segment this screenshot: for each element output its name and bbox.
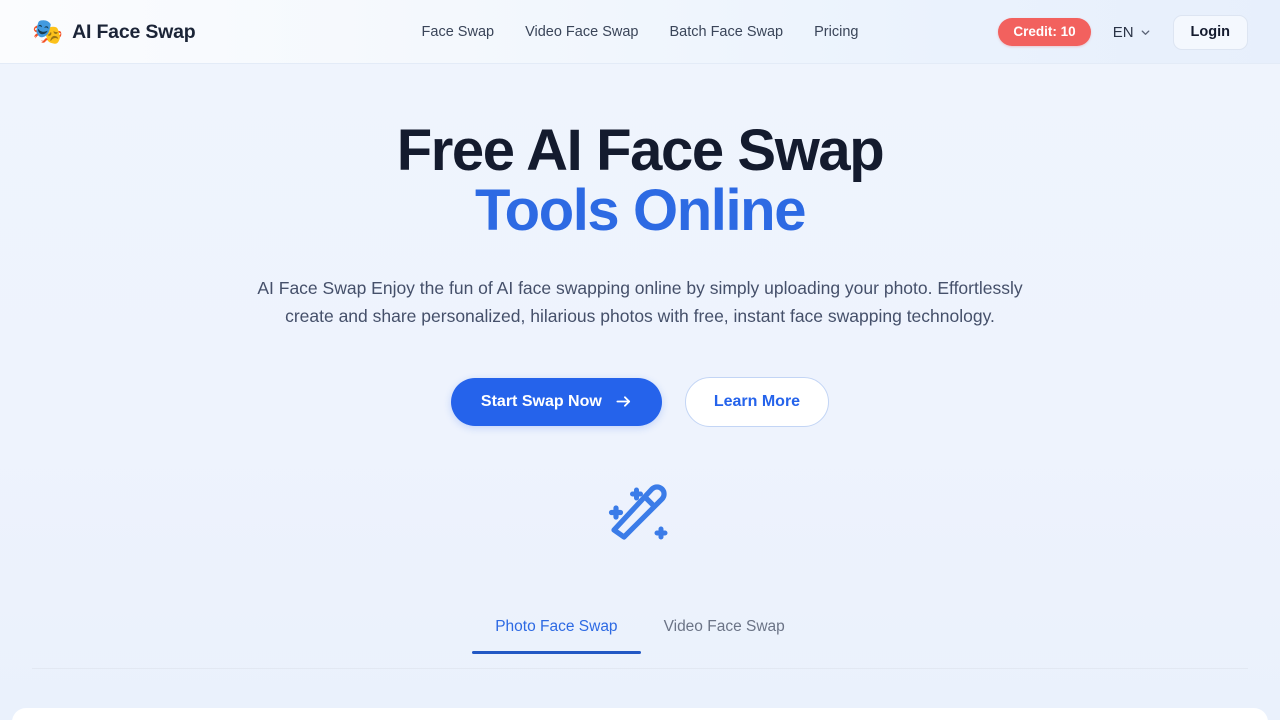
header-actions: Credit: 10 EN Login (998, 0, 1248, 64)
hero-cta-row: Start Swap Now Learn More (0, 376, 1280, 427)
nav-item-batch-face-swap[interactable]: Batch Face Swap (669, 24, 783, 40)
brand-logo-link[interactable]: 🎭 AI Face Swap (32, 0, 196, 64)
arrow-right-icon (615, 393, 632, 410)
page-title: Free AI Face Swap Tools Online (0, 118, 1280, 244)
language-code: EN (1112, 23, 1134, 41)
swap-mode-tabs: Photo Face Swap Video Face Swap (0, 608, 1280, 669)
site-header: 🎭 AI Face Swap Face Swap Video Face Swap… (0, 0, 1280, 64)
page-root: 🎭 AI Face Swap Face Swap Video Face Swap… (0, 0, 1280, 720)
tab-video-face-swap[interactable]: Video Face Swap (641, 608, 808, 654)
nav-item-video-face-swap[interactable]: Video Face Swap (525, 24, 638, 40)
feature-icon-wrapper (0, 475, 1280, 554)
tab-photo-face-swap[interactable]: Photo Face Swap (472, 608, 641, 654)
brand-name: AI Face Swap (72, 20, 196, 43)
tabs-divider (32, 668, 1248, 669)
credit-badge[interactable]: Credit: 10 (998, 18, 1091, 46)
chevron-down-icon (1140, 27, 1151, 38)
magic-wand-sparkles-icon (603, 475, 677, 554)
nav-item-pricing[interactable]: Pricing (814, 24, 858, 40)
learn-more-button[interactable]: Learn More (684, 376, 830, 427)
hero-section: Free AI Face Swap Tools Online AI Face S… (0, 64, 1280, 554)
start-swap-now-label: Start Swap Now (480, 392, 602, 410)
content-card-top-edge (12, 708, 1268, 720)
login-button[interactable]: Login (1172, 14, 1248, 50)
tabs-row: Photo Face Swap Video Face Swap (0, 608, 1280, 654)
page-title-line-2: Tools Online (474, 178, 807, 244)
page-title-line-1: Free AI Face Swap (396, 118, 885, 183)
nav-item-face-swap[interactable]: Face Swap (422, 24, 495, 40)
performing-arts-masks-icon: 🎭 (32, 17, 64, 46)
language-selector[interactable]: EN (1113, 24, 1151, 41)
hero-subtitle: AI Face Swap Enjoy the fun of AI face sw… (257, 277, 1023, 326)
start-swap-now-button[interactable]: Start Swap Now (450, 377, 662, 426)
